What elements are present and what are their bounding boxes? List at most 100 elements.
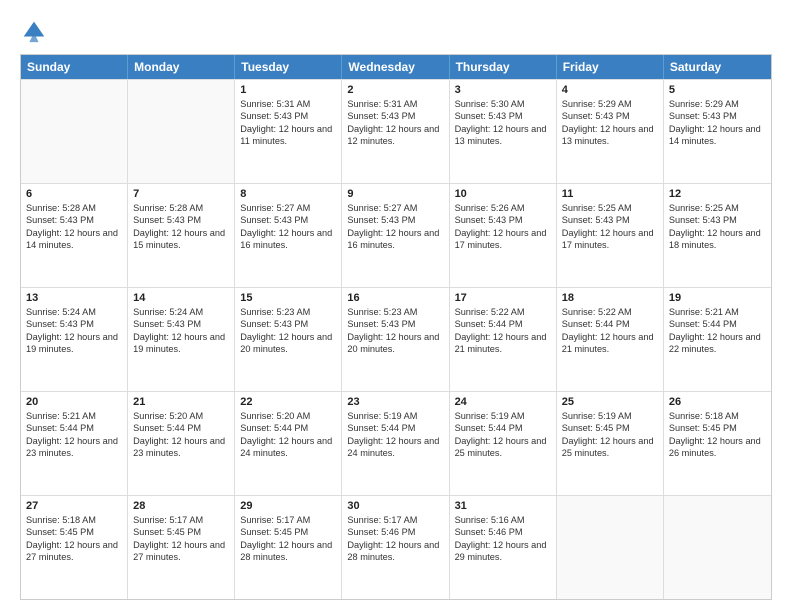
daylight-text: Daylight: 12 hours and 17 minutes. (455, 227, 551, 252)
sunrise-text: Sunrise: 5:18 AM (669, 410, 766, 422)
daylight-text: Daylight: 12 hours and 21 minutes. (455, 331, 551, 356)
daylight-text: Daylight: 12 hours and 19 minutes. (26, 331, 122, 356)
sunrise-text: Sunrise: 5:21 AM (26, 410, 122, 422)
sunrise-text: Sunrise: 5:17 AM (133, 514, 229, 526)
day-number: 1 (240, 84, 336, 96)
daylight-text: Daylight: 12 hours and 11 minutes. (240, 123, 336, 148)
calendar-header-cell-wednesday: Wednesday (342, 55, 449, 79)
sunrise-text: Sunrise: 5:20 AM (133, 410, 229, 422)
sunset-text: Sunset: 5:43 PM (562, 110, 658, 122)
sunrise-text: Sunrise: 5:23 AM (347, 306, 443, 318)
day-number: 26 (669, 396, 766, 408)
daylight-text: Daylight: 12 hours and 27 minutes. (133, 539, 229, 564)
daylight-text: Daylight: 12 hours and 18 minutes. (669, 227, 766, 252)
day-number: 29 (240, 500, 336, 512)
calendar-header-cell-friday: Friday (557, 55, 664, 79)
calendar-cell (664, 496, 771, 599)
calendar-cell (128, 80, 235, 183)
daylight-text: Daylight: 12 hours and 20 minutes. (347, 331, 443, 356)
day-number: 27 (26, 500, 122, 512)
day-number: 11 (562, 188, 658, 200)
calendar-week-4: 27Sunrise: 5:18 AMSunset: 5:45 PMDayligh… (21, 495, 771, 599)
daylight-text: Daylight: 12 hours and 22 minutes. (669, 331, 766, 356)
calendar-header: SundayMondayTuesdayWednesdayThursdayFrid… (21, 55, 771, 79)
calendar-header-cell-thursday: Thursday (450, 55, 557, 79)
day-number: 3 (455, 84, 551, 96)
sunset-text: Sunset: 5:43 PM (26, 214, 122, 226)
day-number: 8 (240, 188, 336, 200)
calendar-cell: 8Sunrise: 5:27 AMSunset: 5:43 PMDaylight… (235, 184, 342, 287)
day-number: 17 (455, 292, 551, 304)
sunrise-text: Sunrise: 5:26 AM (455, 202, 551, 214)
sunset-text: Sunset: 5:43 PM (347, 110, 443, 122)
sunset-text: Sunset: 5:44 PM (347, 422, 443, 434)
daylight-text: Daylight: 12 hours and 21 minutes. (562, 331, 658, 356)
sunset-text: Sunset: 5:43 PM (240, 214, 336, 226)
daylight-text: Daylight: 12 hours and 25 minutes. (455, 435, 551, 460)
calendar-cell: 14Sunrise: 5:24 AMSunset: 5:43 PMDayligh… (128, 288, 235, 391)
calendar-header-cell-monday: Monday (128, 55, 235, 79)
day-number: 15 (240, 292, 336, 304)
calendar: SundayMondayTuesdayWednesdayThursdayFrid… (20, 54, 772, 600)
daylight-text: Daylight: 12 hours and 29 minutes. (455, 539, 551, 564)
daylight-text: Daylight: 12 hours and 23 minutes. (26, 435, 122, 460)
calendar-week-3: 20Sunrise: 5:21 AMSunset: 5:44 PMDayligh… (21, 391, 771, 495)
header (20, 16, 772, 44)
calendar-cell: 24Sunrise: 5:19 AMSunset: 5:44 PMDayligh… (450, 392, 557, 495)
day-number: 4 (562, 84, 658, 96)
daylight-text: Daylight: 12 hours and 24 minutes. (347, 435, 443, 460)
calendar-week-1: 6Sunrise: 5:28 AMSunset: 5:43 PMDaylight… (21, 183, 771, 287)
calendar-cell (557, 496, 664, 599)
calendar-body: 1Sunrise: 5:31 AMSunset: 5:43 PMDaylight… (21, 79, 771, 599)
calendar-week-2: 13Sunrise: 5:24 AMSunset: 5:43 PMDayligh… (21, 287, 771, 391)
sunset-text: Sunset: 5:43 PM (347, 318, 443, 330)
calendar-cell: 10Sunrise: 5:26 AMSunset: 5:43 PMDayligh… (450, 184, 557, 287)
calendar-cell: 20Sunrise: 5:21 AMSunset: 5:44 PMDayligh… (21, 392, 128, 495)
day-number: 10 (455, 188, 551, 200)
calendar-cell: 11Sunrise: 5:25 AMSunset: 5:43 PMDayligh… (557, 184, 664, 287)
sunrise-text: Sunrise: 5:19 AM (347, 410, 443, 422)
calendar-cell: 16Sunrise: 5:23 AMSunset: 5:43 PMDayligh… (342, 288, 449, 391)
sunrise-text: Sunrise: 5:17 AM (347, 514, 443, 526)
day-number: 23 (347, 396, 443, 408)
sunset-text: Sunset: 5:46 PM (347, 526, 443, 538)
sunrise-text: Sunrise: 5:25 AM (562, 202, 658, 214)
day-number: 21 (133, 396, 229, 408)
sunset-text: Sunset: 5:45 PM (562, 422, 658, 434)
sunrise-text: Sunrise: 5:17 AM (240, 514, 336, 526)
daylight-text: Daylight: 12 hours and 19 minutes. (133, 331, 229, 356)
sunrise-text: Sunrise: 5:31 AM (347, 98, 443, 110)
calendar-week-0: 1Sunrise: 5:31 AMSunset: 5:43 PMDaylight… (21, 79, 771, 183)
calendar-cell: 3Sunrise: 5:30 AMSunset: 5:43 PMDaylight… (450, 80, 557, 183)
sunset-text: Sunset: 5:45 PM (133, 526, 229, 538)
day-number: 6 (26, 188, 122, 200)
sunrise-text: Sunrise: 5:23 AM (240, 306, 336, 318)
day-number: 13 (26, 292, 122, 304)
daylight-text: Daylight: 12 hours and 16 minutes. (240, 227, 336, 252)
daylight-text: Daylight: 12 hours and 25 minutes. (562, 435, 658, 460)
logo (20, 16, 52, 44)
day-number: 22 (240, 396, 336, 408)
sunrise-text: Sunrise: 5:25 AM (669, 202, 766, 214)
calendar-header-cell-sunday: Sunday (21, 55, 128, 79)
sunset-text: Sunset: 5:45 PM (26, 526, 122, 538)
sunrise-text: Sunrise: 5:16 AM (455, 514, 551, 526)
sunset-text: Sunset: 5:45 PM (669, 422, 766, 434)
daylight-text: Daylight: 12 hours and 13 minutes. (455, 123, 551, 148)
calendar-cell: 31Sunrise: 5:16 AMSunset: 5:46 PMDayligh… (450, 496, 557, 599)
sunset-text: Sunset: 5:43 PM (347, 214, 443, 226)
sunset-text: Sunset: 5:43 PM (240, 318, 336, 330)
sunrise-text: Sunrise: 5:18 AM (26, 514, 122, 526)
sunset-text: Sunset: 5:44 PM (26, 422, 122, 434)
sunrise-text: Sunrise: 5:29 AM (562, 98, 658, 110)
sunset-text: Sunset: 5:43 PM (133, 214, 229, 226)
sunrise-text: Sunrise: 5:28 AM (26, 202, 122, 214)
day-number: 25 (562, 396, 658, 408)
daylight-text: Daylight: 12 hours and 17 minutes. (562, 227, 658, 252)
calendar-cell: 18Sunrise: 5:22 AMSunset: 5:44 PMDayligh… (557, 288, 664, 391)
sunrise-text: Sunrise: 5:21 AM (669, 306, 766, 318)
daylight-text: Daylight: 12 hours and 13 minutes. (562, 123, 658, 148)
day-number: 18 (562, 292, 658, 304)
sunset-text: Sunset: 5:44 PM (455, 422, 551, 434)
sunrise-text: Sunrise: 5:27 AM (347, 202, 443, 214)
